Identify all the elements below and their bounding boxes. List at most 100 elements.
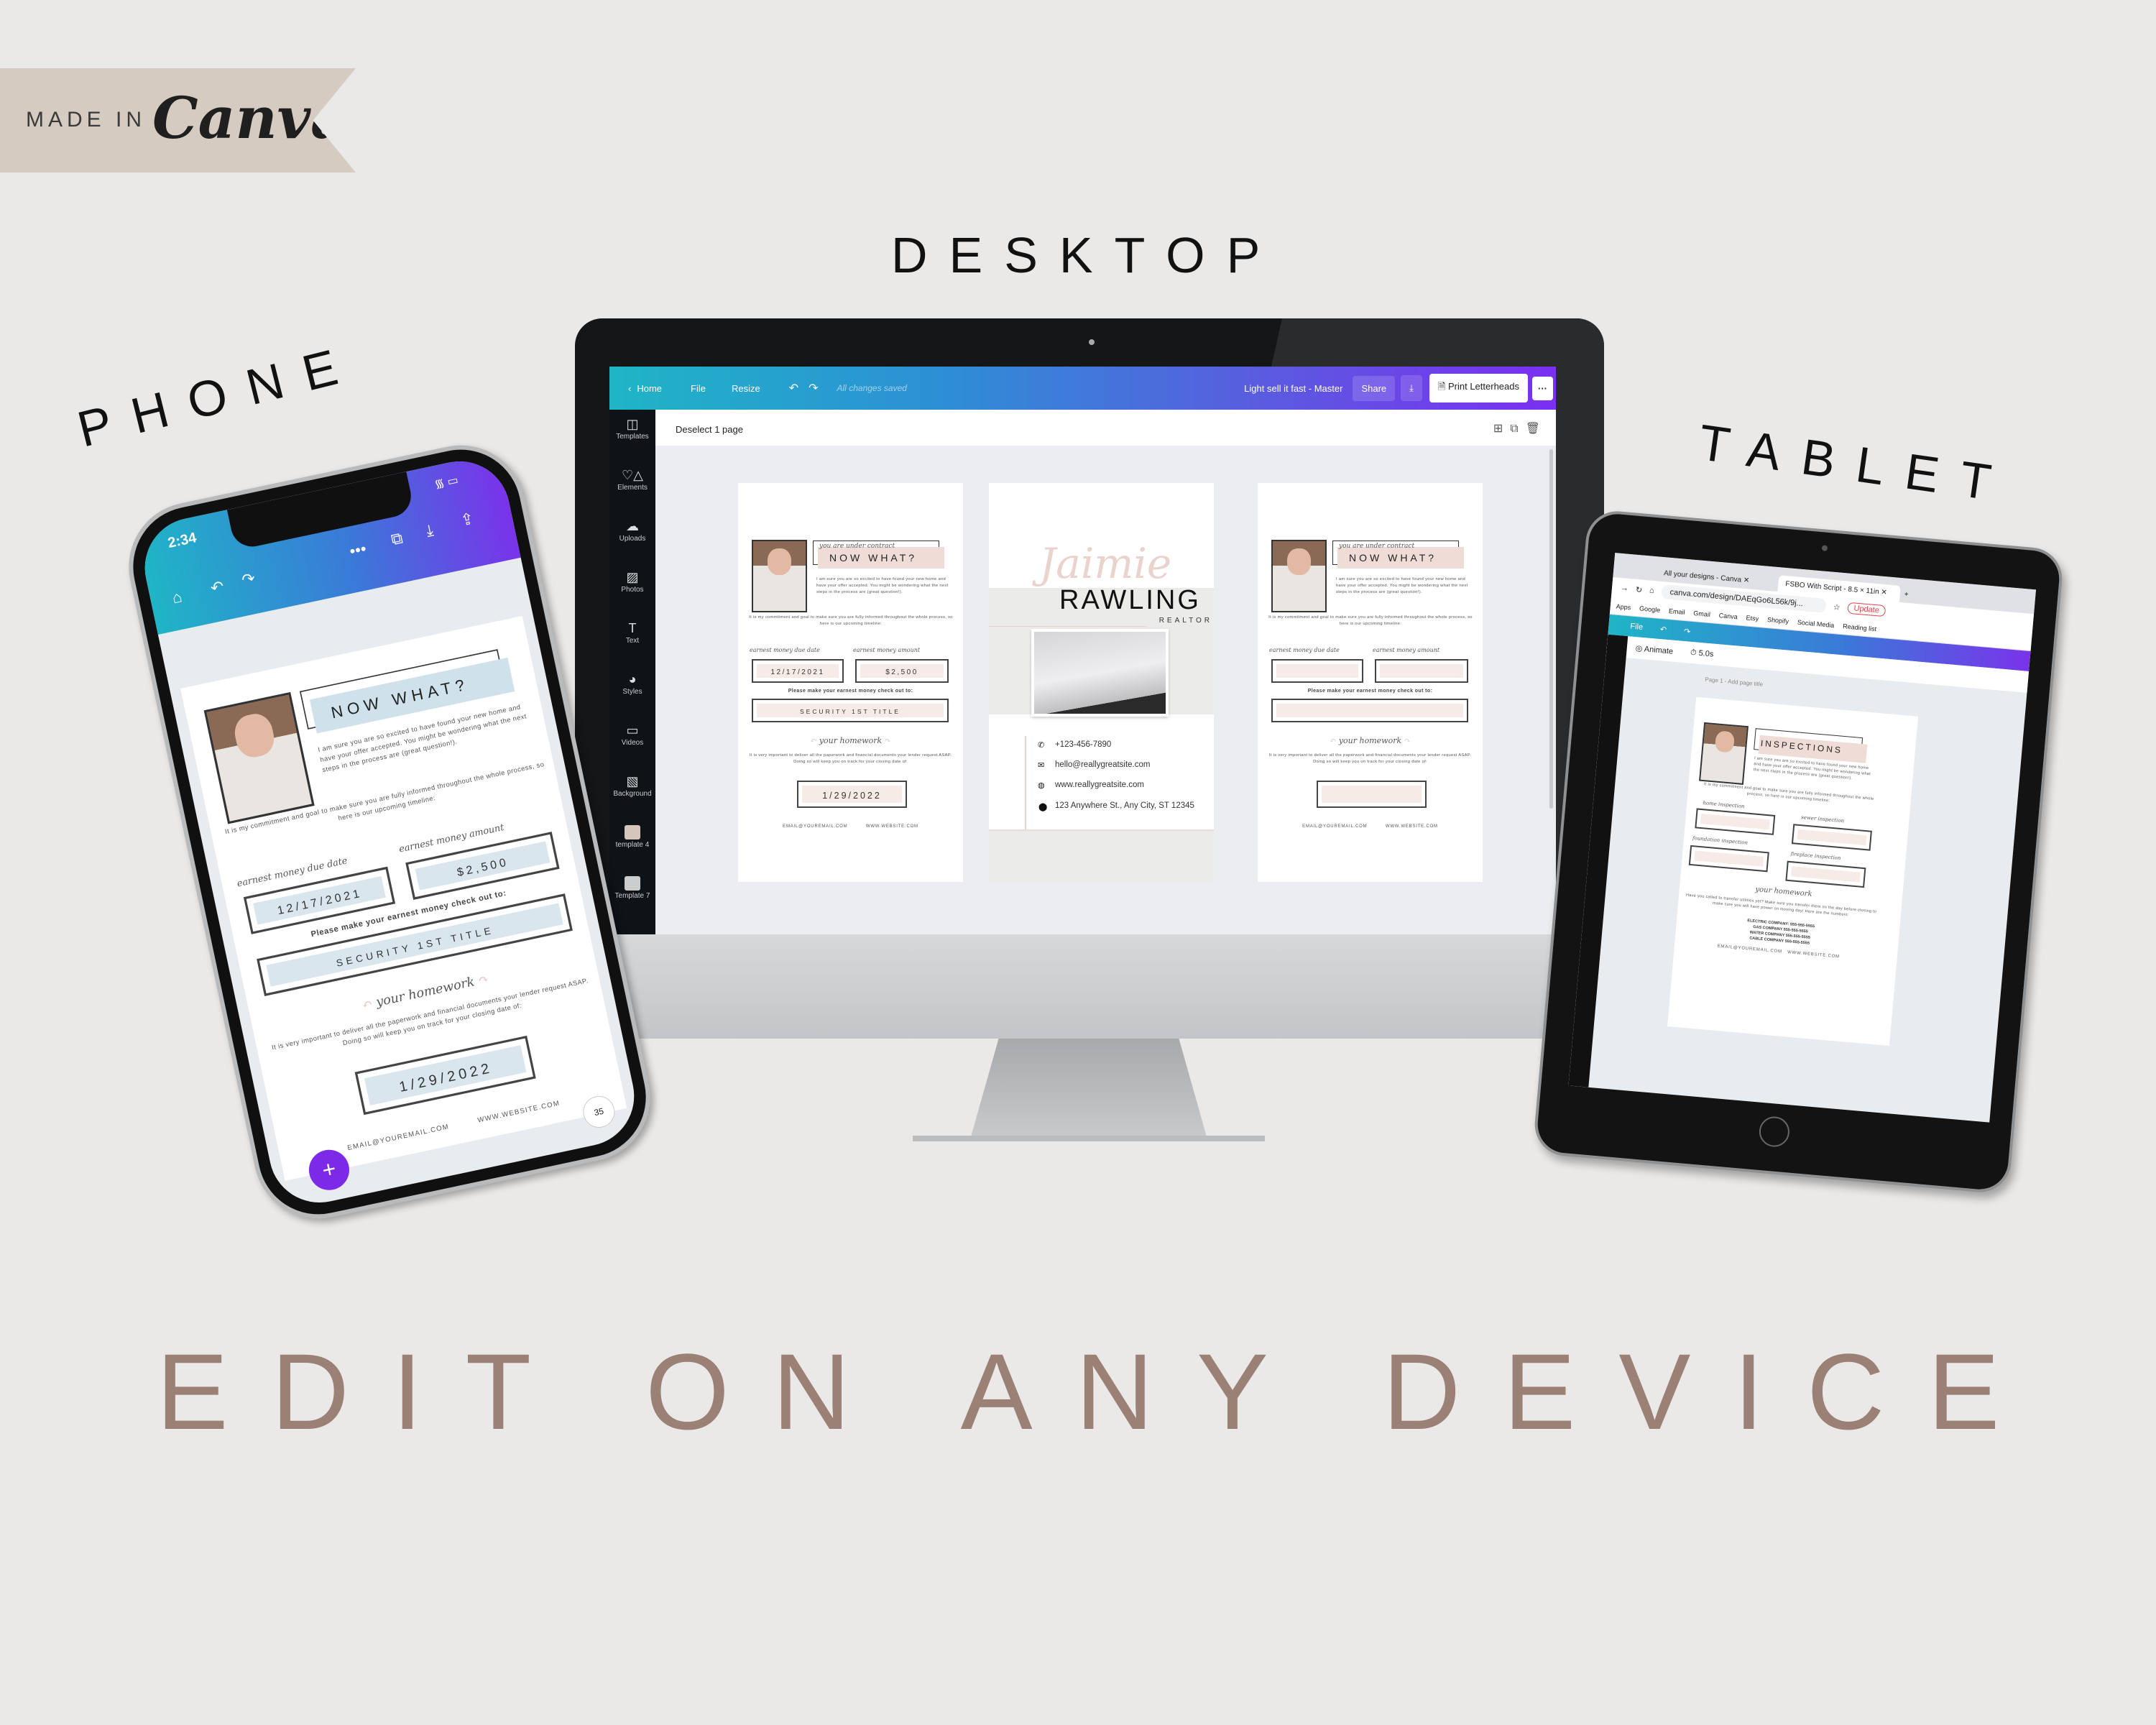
desktop-heading: DESKTOP (891, 227, 1282, 283)
tab-label: All your designs - Canva (1663, 569, 1742, 584)
trash-icon[interactable]: 🗑 (1526, 423, 1547, 435)
sidebar-item-elements[interactable]: ♡△ Elements (609, 461, 655, 512)
page-actions-bar: Deselect 1 page ⊞⧉🗑 (655, 410, 1556, 446)
label-home-inspection: home inspection (1703, 800, 1745, 810)
browser-window: All your designs - Canva ✕ FSBO With Scr… (1568, 553, 2037, 1123)
canva-desktop-editor: ‹ Home File Resize ↶ ↷ All changes saved… (609, 367, 1556, 934)
sidebar-item-template-7[interactable]: Template 7 (609, 869, 655, 920)
home-inspection-box (1695, 808, 1776, 835)
bookmark[interactable]: Apps (1616, 602, 1631, 611)
letter-commitment: It is my commitment and goal to make sur… (749, 615, 953, 626)
undo-icon[interactable]: ↶ (1659, 625, 1667, 635)
due-date-box (1271, 659, 1363, 683)
bookmark[interactable]: Email (1669, 607, 1685, 616)
undo-icon[interactable]: ↶ (789, 381, 798, 395)
cover-page[interactable]: Jaimie RAWLING REALTOR ✆ +123-456-7890 ✉… (989, 483, 1214, 882)
curved-arrow-right-icon: ↷ (1401, 736, 1411, 745)
contact-phone: +123-456-7890 (1055, 740, 1112, 749)
file-menu[interactable]: File (1630, 622, 1644, 631)
letter-footer: EMAIL@YOUREMAIL.COM WWW.WEBSITE.COM (738, 824, 963, 829)
sidebar-label: Videos (621, 739, 644, 747)
home-button[interactable]: Home (637, 383, 662, 394)
phone-icon: ✆ (1038, 741, 1045, 750)
amount-value: $2,500 (860, 664, 944, 678)
sidebar-item-photos[interactable]: ▨ Photos (609, 563, 655, 614)
share-icon[interactable]: ⇪ (459, 509, 476, 530)
redo-icon[interactable]: ↷ (1684, 626, 1691, 636)
undo-icon[interactable]: ↶ (209, 577, 226, 598)
sidebar-item-styles[interactable]: ◕ Styles (609, 665, 655, 716)
download-icon[interactable]: ⤓ (1401, 375, 1422, 401)
letter-page[interactable]: you are under contract NOW WHAT? I am su… (738, 483, 963, 882)
file-menu[interactable]: File (691, 383, 706, 394)
update-button[interactable]: Update (1846, 602, 1886, 617)
monitor-foot (913, 1136, 1265, 1141)
editor-toolbar: ‹ Home File Resize ↶ ↷ All changes saved… (609, 367, 1556, 410)
due-date-value: 12/17/2021 (757, 664, 839, 678)
forward-icon[interactable]: → (1621, 584, 1629, 593)
share-button[interactable]: Share (1353, 375, 1396, 401)
print-letterheads-button[interactable]: 🗎 Print Letterheads (1429, 374, 1528, 402)
title-company-value (1276, 704, 1463, 717)
document-title[interactable]: Light sell it fast - Master (1244, 383, 1342, 394)
bookmark[interactable]: Canva (1718, 612, 1738, 620)
bookmark[interactable]: Reading list (1843, 622, 1877, 632)
sidebar-item-template-4[interactable]: template 4 (609, 818, 655, 869)
bookmark[interactable]: Google (1639, 604, 1661, 613)
sidebar-label: Styles (622, 688, 642, 696)
star-icon[interactable]: ☆ (1833, 602, 1841, 612)
bookmark[interactable]: Shopify (1767, 616, 1789, 625)
canvas-scrollbar[interactable] (1549, 449, 1553, 809)
foundation-inspection-box (1688, 845, 1769, 873)
sidebar-label: Templates (616, 433, 649, 441)
more-icon[interactable]: ••• (348, 539, 368, 561)
sidebar-item-templates[interactable]: ◫ Templates (609, 410, 655, 461)
animate-button[interactable]: ◎ Animate (1635, 643, 1673, 656)
due-date-value: 12/17/2021 (253, 875, 386, 925)
resize-button[interactable]: Resize (732, 383, 760, 394)
letter-intro: I am sure you are so excited to have fou… (1336, 577, 1468, 594)
homework-heading: ↶ your homework ↷ (738, 736, 963, 745)
phone-heading: PHONE (72, 334, 364, 458)
redo-icon[interactable]: ↷ (240, 569, 257, 589)
letter-page-blank[interactable]: you are under contract NOW WHAT? I am su… (1258, 483, 1483, 882)
sidebar-label: Background (613, 790, 652, 798)
new-tab-button[interactable]: + (1899, 586, 1914, 603)
inspections-page[interactable]: your upcoming INSPECTIONS I am sure you … (1667, 696, 1919, 1046)
amount-box (1375, 659, 1468, 683)
footer-email: EMAIL@YOUREMAIL.COM (783, 824, 848, 829)
closing-date-value: 1/29/2022 (802, 786, 902, 803)
globe-icon: ◍ (1038, 781, 1045, 790)
add-page-icon[interactable]: ⊞ (1493, 423, 1510, 435)
page-title-placeholder[interactable]: Page 1 - Add page title (1705, 676, 1763, 688)
contact-address: 123 Anywhere St., Any City, ST 12345 (1055, 801, 1194, 810)
label-amount: earnest money amount (1373, 647, 1440, 653)
letter-title: NOW WHAT? (829, 552, 918, 564)
more-options-button[interactable]: ··· (1532, 376, 1553, 400)
sidebar-item-text[interactable]: T Text (609, 614, 655, 665)
chevron-left-icon[interactable]: ‹ (628, 383, 631, 394)
template-thumbnail (625, 876, 640, 891)
download-icon[interactable]: ⤓ (424, 520, 435, 540)
reload-icon[interactable]: ↻ (1635, 584, 1642, 594)
closing-date-box (1317, 781, 1427, 808)
label-fireplace-inspection: fireplace inspection (1790, 851, 1841, 862)
sidebar-item-uploads[interactable]: ☁ Uploads (609, 512, 655, 563)
duplicate-page-icon[interactable]: ⧉ (1510, 423, 1525, 435)
redo-icon[interactable]: ↷ (808, 381, 818, 395)
home-icon[interactable]: ⌂ (1649, 586, 1655, 596)
curved-arrow-left-icon: ↶ (810, 736, 819, 745)
bookmark[interactable]: Social Media (1797, 618, 1835, 628)
home-icon[interactable]: ⌂ (170, 587, 183, 607)
sidebar-item-videos[interactable]: ▭ Videos (609, 716, 655, 767)
footer-website: WWW.WEBSITE.COM (1787, 950, 1841, 960)
bookmark[interactable]: Gmail (1693, 610, 1710, 618)
bookmark[interactable]: Etsy (1746, 614, 1759, 622)
sidebar-item-background[interactable]: ▧ Background (609, 767, 655, 818)
duration-button[interactable]: ⏱ 5.0s (1690, 648, 1714, 659)
tablet-device: All your designs - Canva ✕ FSBO With Scr… (1532, 508, 2065, 1195)
pages-icon[interactable]: ⧉ (390, 529, 405, 550)
homework-body: It is very important to deliver all the … (749, 753, 952, 764)
photos-icon: ▨ (626, 570, 639, 584)
deselect-page-button[interactable]: Deselect 1 page (676, 424, 743, 435)
